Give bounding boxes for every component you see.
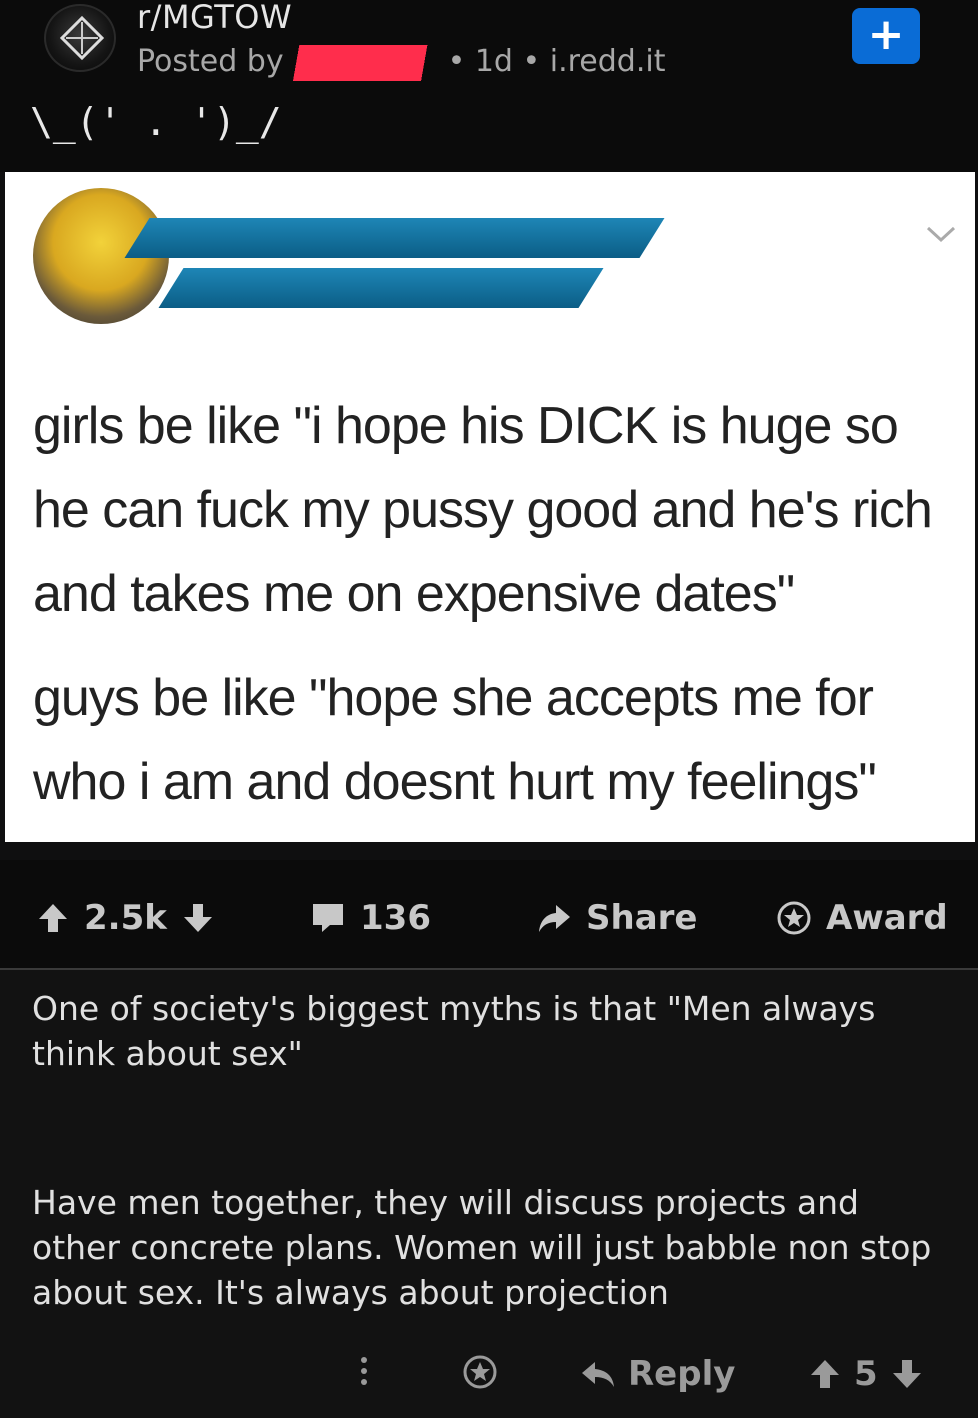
post-age-domain: • 1d • i.redd.it (447, 44, 666, 79)
comment-action-bar: Reply 5 (0, 1348, 978, 1398)
post-vote-group: 2.5k (36, 898, 215, 938)
reply-icon (582, 1362, 614, 1387)
post-vote-count: 2.5k (84, 898, 167, 938)
post-title: \_(' . ')_/ (30, 100, 282, 144)
more-options-button[interactable] (356, 1354, 372, 1388)
subreddit-avatar[interactable] (44, 4, 116, 72)
more-vertical-icon (361, 1357, 367, 1385)
redacted-handle (158, 268, 604, 308)
award-button[interactable]: Award (776, 898, 948, 938)
mgtow-logo-icon (60, 16, 104, 60)
comments-button[interactable]: 136 (310, 898, 431, 938)
chevron-down-icon (926, 226, 956, 243)
post-action-bar: 2.5k 136 Share Award (0, 860, 978, 970)
award-label: Award (826, 898, 948, 938)
post-header: r/MGTOW Posted by • 1d • i.redd.it + \_('… (0, 0, 978, 172)
comment-icon (313, 904, 343, 932)
comment-paragraph-1: One of society's biggest myths is that "… (32, 989, 876, 1073)
tweet-text-2: guys be like "hope she accepts me for wh… (33, 669, 877, 811)
posted-by-label: Posted by (137, 44, 284, 79)
comment-vote-count: 5 (854, 1354, 878, 1394)
reply-button[interactable]: Reply (580, 1354, 735, 1394)
redacted-username (285, 44, 446, 81)
award-icon (463, 1355, 497, 1389)
post-meta: Posted by • 1d • i.redd.it (137, 44, 665, 81)
reply-label: Reply (628, 1354, 736, 1394)
comment-paragraph-2: Have men together, they will discuss pro… (32, 1183, 932, 1312)
share-label: Share (586, 898, 698, 938)
comment-award-button[interactable] (462, 1354, 498, 1390)
post-image[interactable]: girls be like "i hope his DICK is huge s… (5, 172, 975, 842)
downvote-icon[interactable] (890, 1357, 924, 1391)
award-icon (777, 901, 811, 935)
comment-vote-group: 5 (808, 1354, 924, 1394)
upvote-icon[interactable] (36, 901, 70, 935)
subreddit-name[interactable]: r/MGTOW (137, 0, 292, 36)
join-button[interactable]: + (852, 8, 920, 64)
comment-count: 136 (360, 898, 431, 938)
comment: One of society's biggest myths is that "… (0, 970, 978, 1418)
upvote-icon[interactable] (808, 1357, 842, 1391)
redacted-display-name (124, 218, 665, 258)
downvote-icon[interactable] (181, 901, 215, 935)
share-icon (539, 905, 570, 932)
share-button[interactable]: Share (536, 898, 697, 938)
tweet-text-1: girls be like "i hope his DICK is huge s… (33, 397, 933, 623)
